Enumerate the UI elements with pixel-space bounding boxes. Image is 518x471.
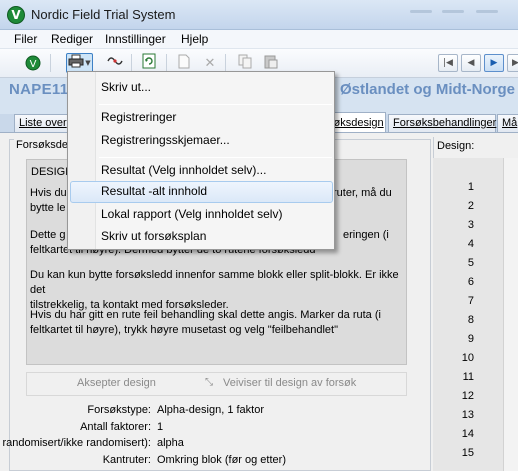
design-row-number: 12	[461, 390, 474, 402]
property-value: alpha	[157, 437, 184, 449]
design-row-number: 14	[461, 428, 474, 440]
property-label: randomisert/ikke randomisert):	[2, 437, 151, 449]
design-tool-button[interactable]	[104, 53, 126, 73]
design-row-number: 10	[461, 352, 474, 364]
tab-forsoksbehandlinger[interactable]: Forsøksbehandlinger	[388, 114, 496, 132]
design-row-number: 9	[467, 333, 474, 345]
print-button[interactable]: ▼	[66, 53, 93, 73]
menu-separator	[99, 157, 332, 158]
design-grid-column[interactable]	[503, 158, 518, 471]
menu-bar: Filer Rediger Innstillinger Hjelp	[0, 30, 518, 49]
menu-item-skriv-ut[interactable]: Skriv ut...	[70, 77, 333, 99]
property-label: Forsøkstype:	[87, 404, 151, 416]
tab-more[interactable]: Må	[497, 114, 518, 132]
property-value: Alpha-design, 1 faktor	[157, 404, 265, 416]
design-row-number: 7	[467, 295, 474, 307]
design-row-number: 4	[467, 238, 474, 250]
design-row-number: 5	[467, 257, 474, 269]
copy-icon	[238, 54, 252, 73]
app-logo-icon[interactable]: V	[22, 53, 44, 73]
accept-design-button[interactable]: Aksepter design	[77, 377, 156, 389]
menu-item-forsoksplan[interactable]: Skriv ut forsøksplan	[70, 226, 333, 248]
menu-hjelp[interactable]: Hjelp	[181, 32, 208, 46]
design-row-number: 2	[467, 200, 474, 212]
copy-button[interactable]	[234, 53, 256, 73]
menu-item-resultat-alt[interactable]: Resultat -alt innhold	[70, 181, 333, 203]
print-dropdown-menu: Skriv ut... Registreringer Registrerings…	[67, 71, 335, 250]
tab-label: Forsøksbehandlinger	[393, 117, 497, 129]
design-row-number: 15	[461, 447, 474, 459]
design-label: Design:	[437, 140, 475, 152]
property-value: 1	[157, 421, 164, 433]
wizard-icon: ⤡	[205, 377, 213, 388]
new-document-icon	[178, 54, 190, 73]
design-row-number: 13	[461, 409, 474, 421]
dropdown-arrow-icon: ▼	[85, 59, 91, 67]
paste-button[interactable]	[260, 53, 282, 73]
design-wizard-button[interactable]: Veiviser til design av forsøk	[223, 377, 356, 389]
paragraph-line: feltkartet til høyre), trykk høyre muset…	[30, 324, 338, 336]
tab-liste-over[interactable]: Liste over	[14, 114, 70, 132]
design-button-bar: Aksepter design ⤡ Veiviser til design av…	[26, 372, 407, 396]
instruction-paragraph: Hvis du har gitt en rute feil behandling…	[30, 308, 402, 338]
design-row-number: 3	[467, 219, 474, 231]
menu-item-lokal-rapport[interactable]: Lokal rapport (Velg innholdet selv)	[70, 204, 333, 226]
svg-text:V: V	[30, 59, 37, 70]
property-label: Kantruter:	[102, 454, 151, 466]
window-title: Nordic Field Trial System	[31, 7, 176, 22]
menu-separator	[99, 104, 332, 105]
design-row-number: 1	[467, 181, 474, 193]
instruction-paragraph: Du kan kun bytte forsøksledd innenfor sa…	[30, 268, 402, 313]
first-record-icon[interactable]: |◀	[438, 54, 458, 72]
paragraph-line: Hvis du har gitt en rute feil behandling…	[30, 309, 381, 321]
printer-icon	[68, 54, 84, 72]
design-row-number: 8	[467, 314, 474, 326]
trial-code: NAPE11	[9, 81, 69, 98]
delete-icon[interactable]: ✕	[199, 53, 221, 73]
window-controls[interactable]	[398, 10, 518, 22]
group-label: Forsøksde	[14, 139, 70, 151]
property-value: Omkring blok (før og etter)	[157, 454, 286, 466]
paragraph-line: Hvis du	[30, 187, 67, 199]
refresh-button[interactable]	[138, 53, 160, 73]
paste-icon	[264, 54, 278, 73]
refresh-icon	[142, 53, 156, 73]
paragraph-line: Du kan kun bytte forsøksledd innenfor sa…	[30, 269, 399, 296]
title-bar: V Nordic Field Trial System	[0, 0, 518, 30]
app-window: V Nordic Field Trial System Filer Redige…	[0, 0, 518, 471]
tab-label: søksdesign	[328, 117, 384, 129]
menu-item-registreringer[interactable]: Registreringer	[70, 107, 333, 129]
next-record-icon[interactable]: ▶	[484, 54, 504, 72]
trial-region: Østlandet og Midt-Norge 20	[340, 81, 518, 98]
paragraph-line: Dette g	[30, 229, 66, 241]
design-tool-icon	[107, 54, 123, 72]
last-record-icon[interactable]: ▶|	[507, 54, 518, 72]
tab-label: Liste over	[19, 117, 67, 129]
menu-item-resultat-velg[interactable]: Resultat (Velg innholdet selv)...	[70, 160, 333, 182]
paragraph-line: eringen (i	[343, 229, 389, 241]
menu-rediger[interactable]: Rediger	[51, 32, 93, 46]
property-label: Antall faktorer:	[80, 421, 151, 433]
tab-label: Må	[502, 117, 518, 129]
previous-record-icon[interactable]: ◀	[461, 54, 481, 72]
design-row-number: 11	[462, 371, 474, 383]
menu-innstillinger[interactable]: Innstillinger	[105, 32, 166, 46]
menu-filer[interactable]: Filer	[14, 32, 37, 46]
new-document-button[interactable]	[173, 53, 195, 73]
app-logo-icon: V	[7, 6, 25, 24]
menu-item-registreringsskjemaer[interactable]: Registreringsskjemaer...	[70, 130, 333, 152]
paragraph-line: ruter, må du	[333, 187, 392, 199]
design-row-number: 6	[467, 276, 474, 288]
